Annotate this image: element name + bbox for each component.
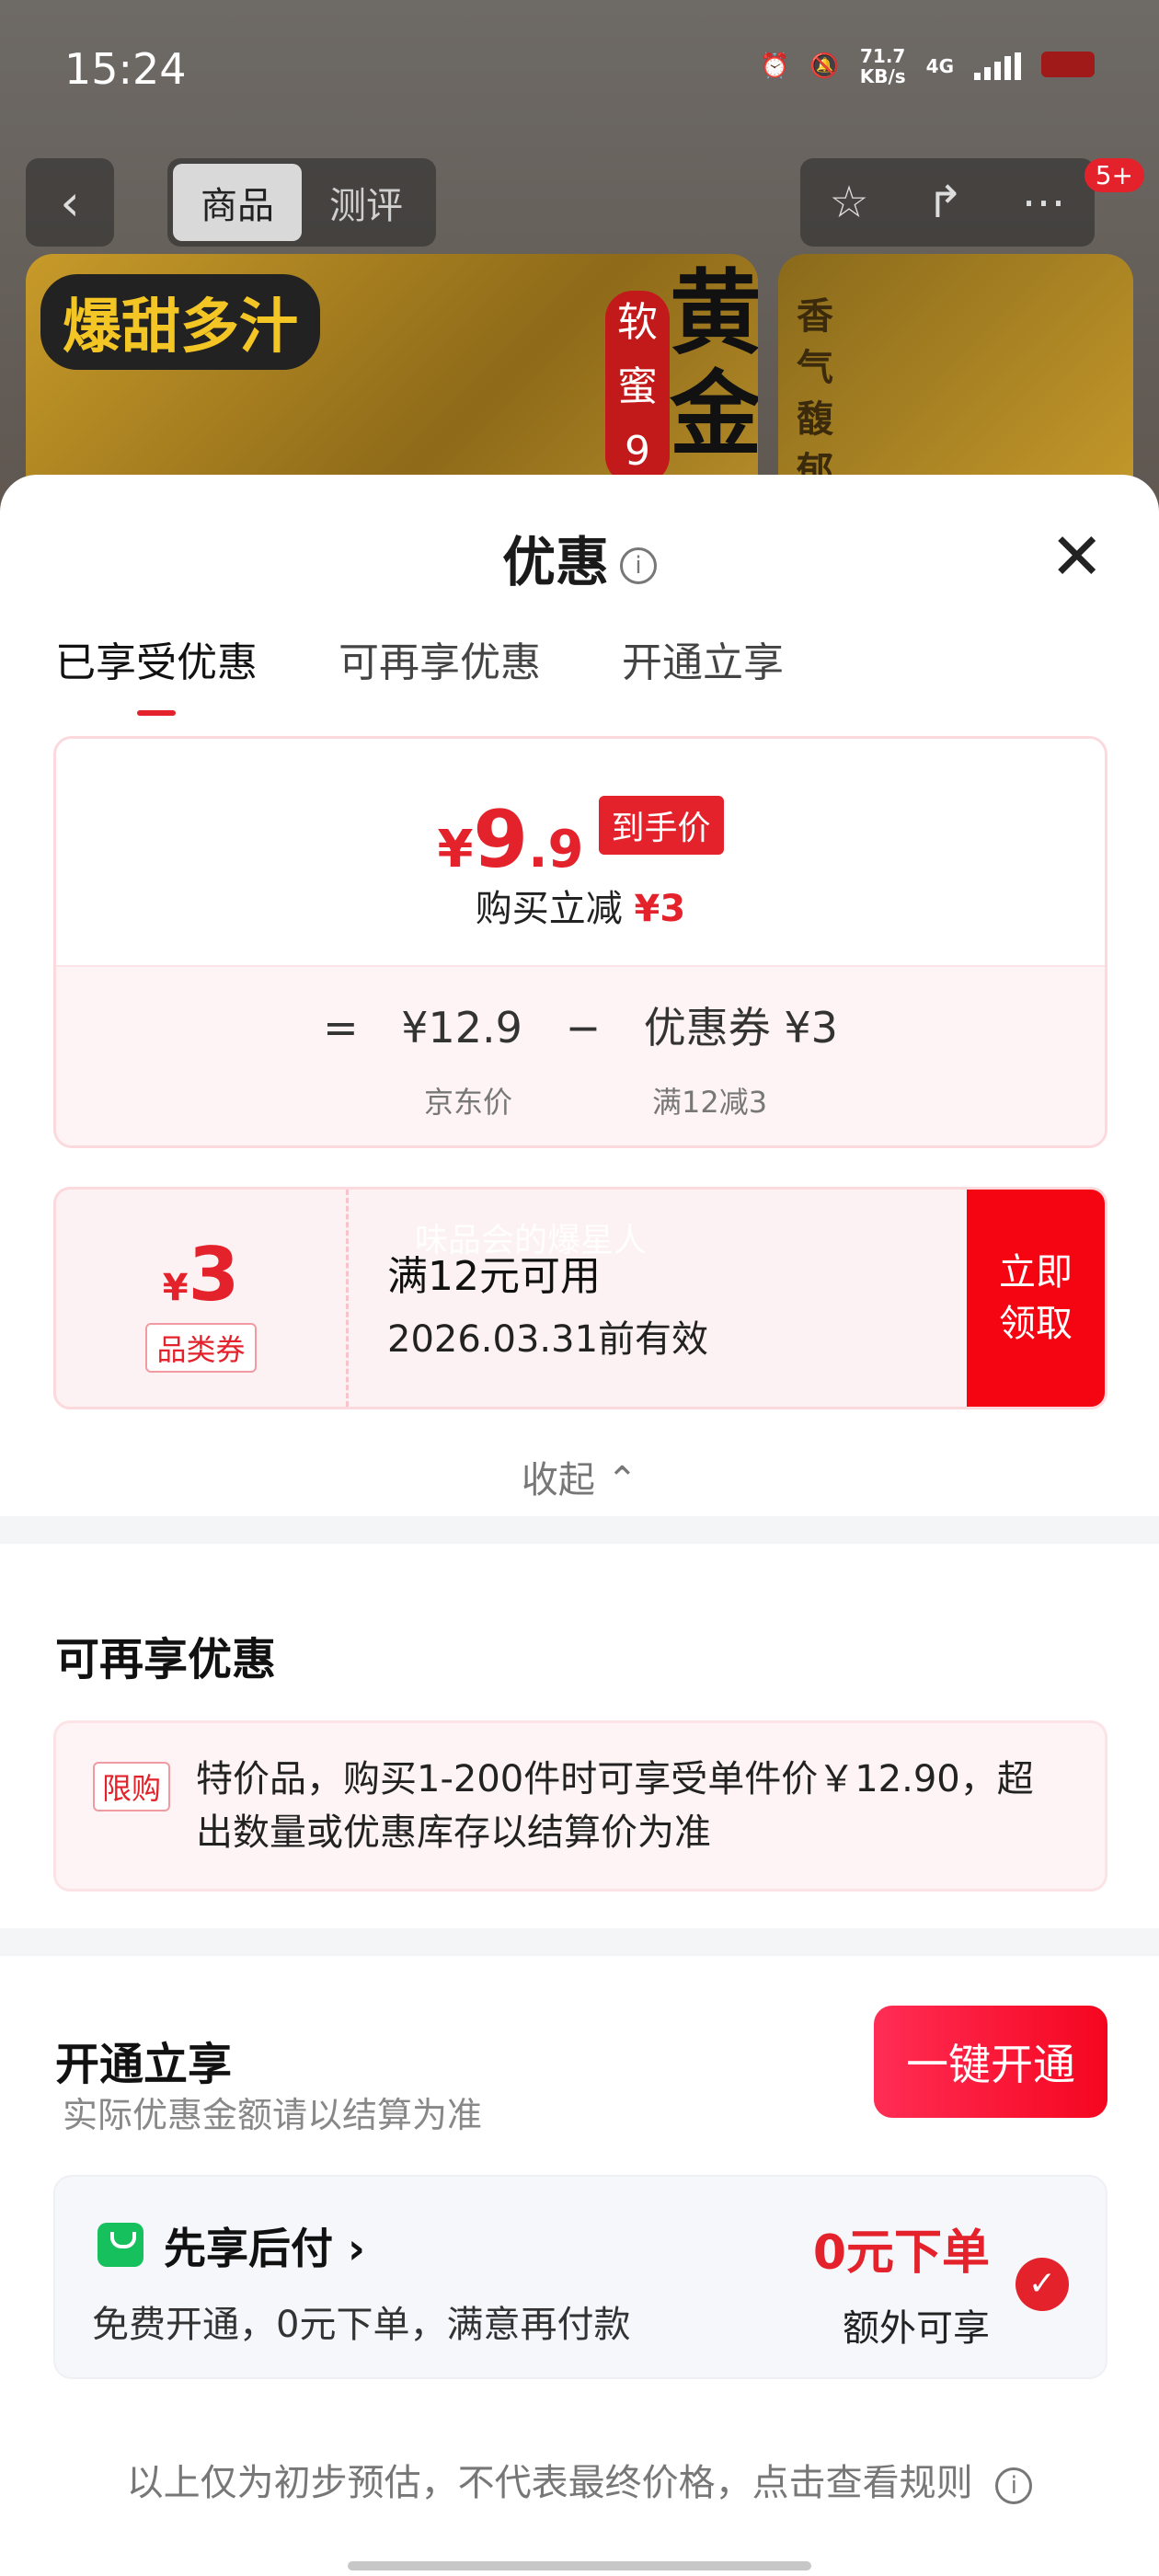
price-tag: 到手价 [598, 796, 724, 855]
price-card: ¥9.9 到手价 购买立减 ¥3 = ¥12.9 − 优惠券 ¥3 京东价 满12… [53, 736, 1107, 1148]
net-speed-value: 71.7 [860, 45, 906, 67]
mute-icon: 🔕 [809, 52, 840, 80]
limit-purchase-box: 限购 特价品，购买1-200件时可享受单件价￥12.90，超出数量或优惠库存以结… [53, 1720, 1107, 1892]
jd-price: ¥12.9 [401, 1003, 522, 1052]
tab-enjoyed[interactable]: 已享受优惠 [55, 629, 258, 716]
net-speed: 71.7 KB/s [860, 46, 906, 86]
status-icons: ⏰ 🔕 71.7 KB/s 4G [760, 46, 1021, 86]
alarm-icon: ⏰ [759, 52, 790, 80]
product-image2-text: 香气馥郁 [797, 295, 833, 492]
info-icon[interactable]: i [620, 547, 657, 584]
one-click-open-button[interactable]: 一键开通 [874, 2006, 1107, 2118]
battery-icon [1041, 52, 1095, 77]
price-breakdown: = ¥12.9 − 优惠券 ¥3 京东价 满12减3 [56, 965, 1105, 1145]
product-side-label: 软蜜9 [605, 291, 670, 484]
coupon-yen: ¥ [162, 1267, 189, 1309]
status-bar: 15:24 ⏰ 🔕 71.7 KB/s 4G [0, 0, 1159, 138]
buy-discount-line: 购买立减 ¥3 [56, 879, 1105, 932]
discount-sheet: 优惠 i ✕ 已享受优惠 可再享优惠 开通立享 ¥9.9 到手价 购买立减 ¥3 =… [0, 475, 1159, 2576]
more-badge: 5+ [1084, 158, 1144, 192]
product-tag: 爆甜多汁 [40, 274, 320, 370]
collapse-button[interactable]: 收起 ⌃ [0, 1450, 1159, 1503]
equals-sign: = [323, 1003, 359, 1052]
price-yen: ¥ [437, 820, 474, 880]
disclaimer-text: 以上仅为初步预估，不代表最终价格，点击查看规则 [126, 2462, 973, 2504]
section-divider [0, 1928, 1159, 1956]
buy-discount-amount: ¥3 [634, 888, 686, 930]
tab-review[interactable]: 测评 [302, 164, 430, 241]
final-price: ¥9.9 到手价 [56, 794, 1105, 886]
status-time: 15:24 [64, 44, 187, 94]
share-icon[interactable]: ↱ [926, 177, 963, 228]
coupon-type-badge: 品类券 [145, 1323, 257, 1373]
coupon-rule-label: 满12减3 [652, 1085, 768, 1120]
product-tabs: 商品 测评 [167, 158, 436, 247]
info-icon[interactable]: i [995, 2467, 1033, 2504]
coupon-expiry: 2026.03.31前有效 [387, 1318, 709, 1361]
claim-coupon-button[interactable]: 立即 领取 [967, 1190, 1105, 1407]
star-icon[interactable]: ☆ [829, 177, 868, 228]
price-integer: 9 [473, 794, 529, 886]
coupon-details: 满12元可用 2026.03.31前有效 [387, 1243, 708, 1363]
pay-later-desc: 免费开通，0元下单，满意再付款 [92, 2304, 631, 2346]
tab-more-discounts[interactable]: 可再享优惠 [339, 629, 541, 688]
coupon-card: ¥3 品类券 味品会的爆星人 满12元可用 2026.03.31前有效 立即 领… [53, 1187, 1107, 1409]
price-decimal: .9 [528, 820, 584, 880]
claim-coupon-label: 立即 领取 [999, 1251, 1073, 1345]
back-button[interactable]: ‹ [26, 158, 114, 247]
limit-tag: 限购 [93, 1762, 171, 1811]
extra-benefit-text: 额外可享 [843, 2307, 990, 2350]
minus-sign: − [565, 1003, 602, 1052]
net-speed-unit: KB/s [859, 65, 906, 87]
pay-later-card[interactable]: 先享后付 › 免费开通，0元下单，满意再付款 0元下单 额外可享 ✓ [53, 2175, 1107, 2379]
open-now-note: 实际优惠金额请以结算为准 [63, 2095, 483, 2135]
coupon-number: 3 [188, 1232, 240, 1317]
open-now-title: 开通立享 [55, 2039, 233, 2090]
check-icon[interactable]: ✓ [1016, 2258, 1069, 2311]
more-icon[interactable]: ⋯ [1022, 177, 1066, 228]
close-icon[interactable]: ✕ [1050, 524, 1104, 589]
home-indicator[interactable] [348, 2561, 811, 2570]
product-big-label: 黄金 [670, 259, 758, 468]
price-formula: = ¥12.9 − 优惠券 ¥3 [56, 995, 1105, 1055]
coupon-condition: 满12元可用 [387, 1253, 601, 1300]
tab-goods[interactable]: 商品 [173, 164, 302, 241]
sheet-title: 优惠 i [0, 519, 1159, 596]
discount-tabs: 已享受优惠 可再享优惠 开通立享 [55, 629, 784, 716]
pay-later-title[interactable]: 先享后付 › [164, 2215, 365, 2276]
top-tools: ☆ ↱ ⋯ [800, 158, 1095, 247]
limit-text: 特价品，购买1-200件时可享受单件价￥12.90，超出数量或优惠库存以结算价为… [196, 1758, 1034, 1854]
signal-icon [974, 52, 1021, 80]
buy-discount-text: 购买立减 [475, 888, 623, 930]
coupon-amount: ¥3 [56, 1232, 346, 1317]
disclaimer[interactable]: 以上仅为初步预估，不代表最终价格，点击查看规则 i [0, 2453, 1159, 2506]
coupon-deduction: 优惠券 ¥3 [643, 1003, 838, 1052]
network-type: 4G [925, 55, 954, 77]
more-discounts-title: 可再享优惠 [55, 1634, 277, 1685]
zero-order-text: 0元下单 [812, 2225, 990, 2281]
section-divider [0, 1516, 1159, 1544]
jd-price-label: 京东价 [424, 1085, 513, 1120]
sheet-title-text: 优惠 [501, 531, 609, 593]
coupon-value: ¥3 品类券 [56, 1190, 349, 1407]
tab-open-now[interactable]: 开通立享 [622, 629, 784, 688]
price-top: ¥9.9 到手价 购买立减 ¥3 [56, 739, 1105, 965]
chevron-left-icon: ‹ [60, 173, 80, 232]
shopping-bag-icon [98, 2223, 143, 2267]
product-topbar: ‹ 商品 测评 ☆ ↱ ⋯ 5+ [0, 158, 1159, 250]
